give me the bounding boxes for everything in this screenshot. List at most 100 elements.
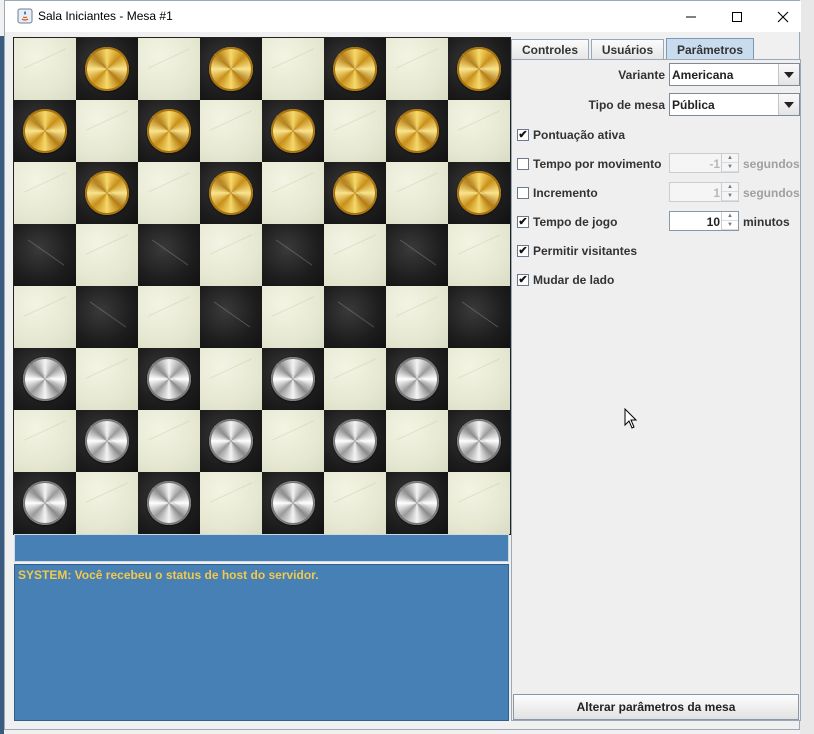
tab-usuarios[interactable]: Usuários xyxy=(591,39,664,59)
board-square[interactable] xyxy=(324,162,386,224)
board-square[interactable] xyxy=(324,38,386,100)
board-square[interactable] xyxy=(76,224,138,286)
board-square[interactable] xyxy=(448,100,510,162)
switch-sides-checkbox[interactable]: ✔ xyxy=(517,274,529,286)
board-square[interactable] xyxy=(324,286,386,348)
board-square[interactable] xyxy=(138,38,200,100)
gold-checker-piece[interactable] xyxy=(457,171,501,215)
silver-checker-piece[interactable] xyxy=(85,419,129,463)
board-square[interactable] xyxy=(138,162,200,224)
board-square[interactable] xyxy=(200,162,262,224)
board-square[interactable] xyxy=(200,100,262,162)
board-square[interactable] xyxy=(386,224,448,286)
gold-checker-piece[interactable] xyxy=(209,171,253,215)
game-time-spinner[interactable]: 10 ▲ ▼ xyxy=(669,211,739,231)
gold-checker-piece[interactable] xyxy=(209,47,253,91)
board-square[interactable] xyxy=(324,472,386,534)
checkers-board[interactable] xyxy=(13,37,511,535)
increment-checkbox[interactable] xyxy=(517,187,529,199)
board-square[interactable] xyxy=(200,348,262,410)
chat-input[interactable] xyxy=(14,534,509,562)
board-square[interactable] xyxy=(76,472,138,534)
board-square[interactable] xyxy=(138,286,200,348)
board-square[interactable] xyxy=(386,162,448,224)
board-square[interactable] xyxy=(200,38,262,100)
board-square[interactable] xyxy=(262,224,324,286)
gold-checker-piece[interactable] xyxy=(85,47,129,91)
board-square[interactable] xyxy=(448,162,510,224)
board-square[interactable] xyxy=(138,224,200,286)
board-square[interactable] xyxy=(262,410,324,472)
silver-checker-piece[interactable] xyxy=(23,481,67,525)
silver-checker-piece[interactable] xyxy=(457,419,501,463)
board-square[interactable] xyxy=(386,348,448,410)
spinner-down-icon[interactable]: ▼ xyxy=(722,163,738,172)
apply-parameters-button[interactable]: Alterar parâmetros da mesa xyxy=(513,694,799,720)
board-square[interactable] xyxy=(448,224,510,286)
silver-checker-piece[interactable] xyxy=(271,481,315,525)
board-square[interactable] xyxy=(386,410,448,472)
board-square[interactable] xyxy=(200,224,262,286)
board-square[interactable] xyxy=(14,162,76,224)
tab-controles[interactable]: Controles xyxy=(511,39,589,59)
chevron-down-icon[interactable] xyxy=(778,64,799,85)
board-square[interactable] xyxy=(14,410,76,472)
board-square[interactable] xyxy=(262,100,324,162)
board-square[interactable] xyxy=(138,348,200,410)
board-square[interactable] xyxy=(324,224,386,286)
board-square[interactable] xyxy=(448,472,510,534)
gold-checker-piece[interactable] xyxy=(457,47,501,91)
gold-checker-piece[interactable] xyxy=(333,171,377,215)
board-square[interactable] xyxy=(386,38,448,100)
board-square[interactable] xyxy=(76,100,138,162)
move-time-spinner[interactable]: -1 ▲ ▼ xyxy=(669,153,739,173)
silver-checker-piece[interactable] xyxy=(147,481,191,525)
silver-checker-piece[interactable] xyxy=(271,357,315,401)
gold-checker-piece[interactable] xyxy=(23,109,67,153)
board-square[interactable] xyxy=(324,410,386,472)
board-square[interactable] xyxy=(448,348,510,410)
board-square[interactable] xyxy=(262,348,324,410)
silver-checker-piece[interactable] xyxy=(333,419,377,463)
gold-checker-piece[interactable] xyxy=(271,109,315,153)
chevron-down-icon[interactable] xyxy=(778,94,799,115)
board-square[interactable] xyxy=(14,286,76,348)
tab-parametros[interactable]: Parâmetros xyxy=(666,38,754,60)
increment-spinner[interactable]: 1 ▲ ▼ xyxy=(669,182,739,202)
board-square[interactable] xyxy=(76,38,138,100)
board-square[interactable] xyxy=(138,472,200,534)
table-type-select[interactable]: Pública xyxy=(669,93,800,116)
board-square[interactable] xyxy=(200,286,262,348)
silver-checker-piece[interactable] xyxy=(23,357,67,401)
board-square[interactable] xyxy=(14,224,76,286)
board-square[interactable] xyxy=(76,348,138,410)
board-square[interactable] xyxy=(200,472,262,534)
variant-select[interactable]: Americana xyxy=(669,63,800,86)
game-time-checkbox[interactable]: ✔ xyxy=(517,216,529,228)
board-square[interactable] xyxy=(14,100,76,162)
board-square[interactable] xyxy=(262,162,324,224)
silver-checker-piece[interactable] xyxy=(209,419,253,463)
silver-checker-piece[interactable] xyxy=(147,357,191,401)
board-square[interactable] xyxy=(76,286,138,348)
minimize-button[interactable] xyxy=(668,1,714,32)
board-square[interactable] xyxy=(386,286,448,348)
board-square[interactable] xyxy=(14,38,76,100)
spinner-up-icon[interactable]: ▲ xyxy=(722,154,738,163)
gold-checker-piece[interactable] xyxy=(395,109,439,153)
board-square[interactable] xyxy=(138,100,200,162)
move-time-checkbox[interactable] xyxy=(517,158,529,170)
spinner-down-icon[interactable]: ▼ xyxy=(722,192,738,201)
board-square[interactable] xyxy=(262,38,324,100)
spinner-up-icon[interactable]: ▲ xyxy=(722,212,738,221)
visitors-checkbox[interactable]: ✔ xyxy=(517,245,529,257)
board-square[interactable] xyxy=(448,38,510,100)
board-square[interactable] xyxy=(262,286,324,348)
spinner-up-icon[interactable]: ▲ xyxy=(722,183,738,192)
board-square[interactable] xyxy=(386,472,448,534)
board-square[interactable] xyxy=(200,410,262,472)
silver-checker-piece[interactable] xyxy=(395,481,439,525)
board-square[interactable] xyxy=(76,162,138,224)
board-square[interactable] xyxy=(448,286,510,348)
board-square[interactable] xyxy=(14,472,76,534)
